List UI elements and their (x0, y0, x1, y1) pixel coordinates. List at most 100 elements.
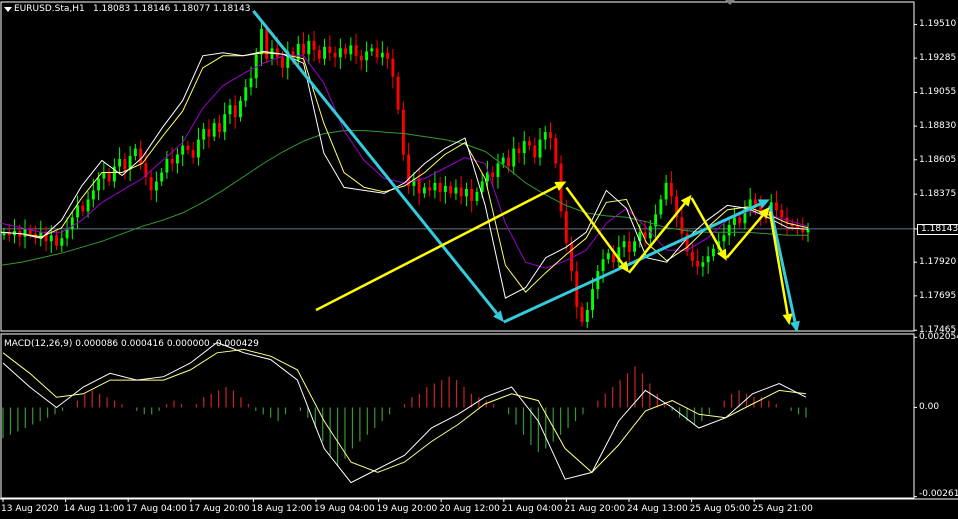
candle-bear (417, 178, 421, 194)
current-price-tag: 1.18143 (917, 223, 958, 235)
candle-bear (549, 132, 552, 139)
macd-tick-label: 0.00 (919, 402, 940, 413)
candle-bull (585, 310, 589, 323)
candle-bear (386, 52, 390, 59)
candle-bull (365, 51, 369, 61)
candle-bull (664, 182, 668, 200)
candle-bull (464, 188, 468, 197)
time-tick-label: 18 Aug 12:00 (251, 504, 313, 514)
candle-bull (496, 163, 500, 177)
macd-tick-label: 0.002054 (919, 332, 958, 343)
price-tick-label: 1.18375 (919, 189, 957, 200)
candle-bear (533, 145, 537, 158)
candle-bull (370, 48, 374, 52)
candle-bull (223, 114, 227, 133)
time-tick-label: 13 Aug 2020 (1, 504, 59, 514)
candle-bull (622, 241, 626, 248)
time-tick-label: 24 Aug 13:00 (627, 504, 688, 514)
candle-bull (86, 199, 90, 212)
symbol-label: EURUSD.Sta,H1 (14, 4, 85, 14)
scroll-marker-icon[interactable] (725, 0, 735, 5)
candle-bear (207, 129, 211, 137)
candle-bear (775, 202, 778, 210)
candle-bull (97, 178, 101, 191)
candle-bull (228, 105, 232, 115)
yellow-wave-arrow-head (618, 260, 629, 273)
candle-bear (517, 148, 521, 154)
price-tick-label: 1.17920 (919, 257, 957, 268)
candle-bull (601, 259, 605, 272)
candle-bull (538, 139, 542, 158)
cyan-trend-arrow (768, 205, 797, 323)
candle-bear (696, 260, 700, 267)
candle-bear (107, 172, 111, 182)
time-tick-label: 17 Aug 20:00 (188, 504, 250, 514)
candle-bull (422, 187, 426, 194)
macd-label: MACD(12,26,9) 0.000086 0.000416 0.000000… (4, 339, 259, 349)
candle-bull (307, 40, 311, 55)
ma-fast-line (0, 50, 809, 299)
candle-bull (118, 159, 122, 167)
candle-bear (491, 172, 495, 177)
main-pane-frame (0, 1, 915, 332)
candle-bull (633, 241, 637, 252)
candle-bull (196, 139, 200, 158)
candle-bear (407, 154, 411, 186)
candle-bear (680, 217, 684, 234)
candle-bull (154, 181, 158, 191)
candle-bull (706, 256, 710, 263)
candle-bear (354, 45, 358, 56)
candle-bear (507, 157, 510, 167)
candle-bull (260, 28, 263, 55)
candle-bull (181, 145, 185, 155)
indicator-pane-frame (0, 333, 915, 499)
candle-bull (732, 217, 736, 225)
candle-bull (606, 253, 610, 260)
candle-bull (543, 132, 547, 140)
candle-bear (564, 211, 568, 243)
candle-bear (627, 241, 631, 252)
candle-bear (170, 159, 174, 164)
price-tick-label: 1.18605 (919, 154, 957, 165)
price-tick-label: 1.19510 (919, 19, 957, 30)
candle-bear (55, 235, 58, 246)
candle-bull (512, 148, 516, 167)
price-tick-label: 1.19055 (919, 87, 957, 98)
time-tick-label: 21 Aug 20:00 (564, 504, 626, 514)
candle-bear (344, 48, 348, 55)
candle-bear (738, 217, 742, 224)
candle-bull (722, 235, 726, 242)
symbol-menu-icon[interactable] (4, 7, 12, 12)
candle-bear (391, 58, 395, 77)
candle-bear (81, 205, 85, 212)
candle-bull (91, 190, 95, 200)
candle-bear (375, 48, 379, 58)
ohlc-label: 1.18083 1.18146 1.18077 1.18143 (93, 4, 251, 14)
candle-bull (249, 78, 253, 88)
candle-bull (76, 205, 80, 218)
candle-bull (522, 141, 526, 154)
candle-bear (149, 176, 153, 191)
chart-canvas[interactable] (0, 0, 958, 519)
candle-bull (701, 262, 705, 267)
time-tick-label: 19 Aug 04:00 (314, 504, 375, 514)
candle-bull (102, 172, 106, 179)
candle-bear (233, 105, 237, 118)
candle-bear (669, 182, 673, 197)
candle-bear (312, 40, 316, 50)
price-tick-label: 1.19285 (919, 53, 957, 64)
candle-bear (554, 138, 558, 164)
candle-bear (459, 187, 463, 197)
macd-tick-label: -0.002611 (919, 489, 958, 499)
candle-bear (186, 145, 190, 151)
candle-bear (359, 55, 363, 61)
candle-bear (333, 52, 337, 58)
candle-bear (470, 188, 474, 201)
candle-bull (160, 172, 164, 182)
candle-bear (580, 307, 584, 323)
time-tick-label: 25 Aug 05:00 (689, 504, 751, 514)
candle-bear (690, 251, 694, 261)
candle-bear (123, 159, 127, 170)
candle-bull (443, 185, 447, 192)
candle-bull (349, 45, 353, 55)
